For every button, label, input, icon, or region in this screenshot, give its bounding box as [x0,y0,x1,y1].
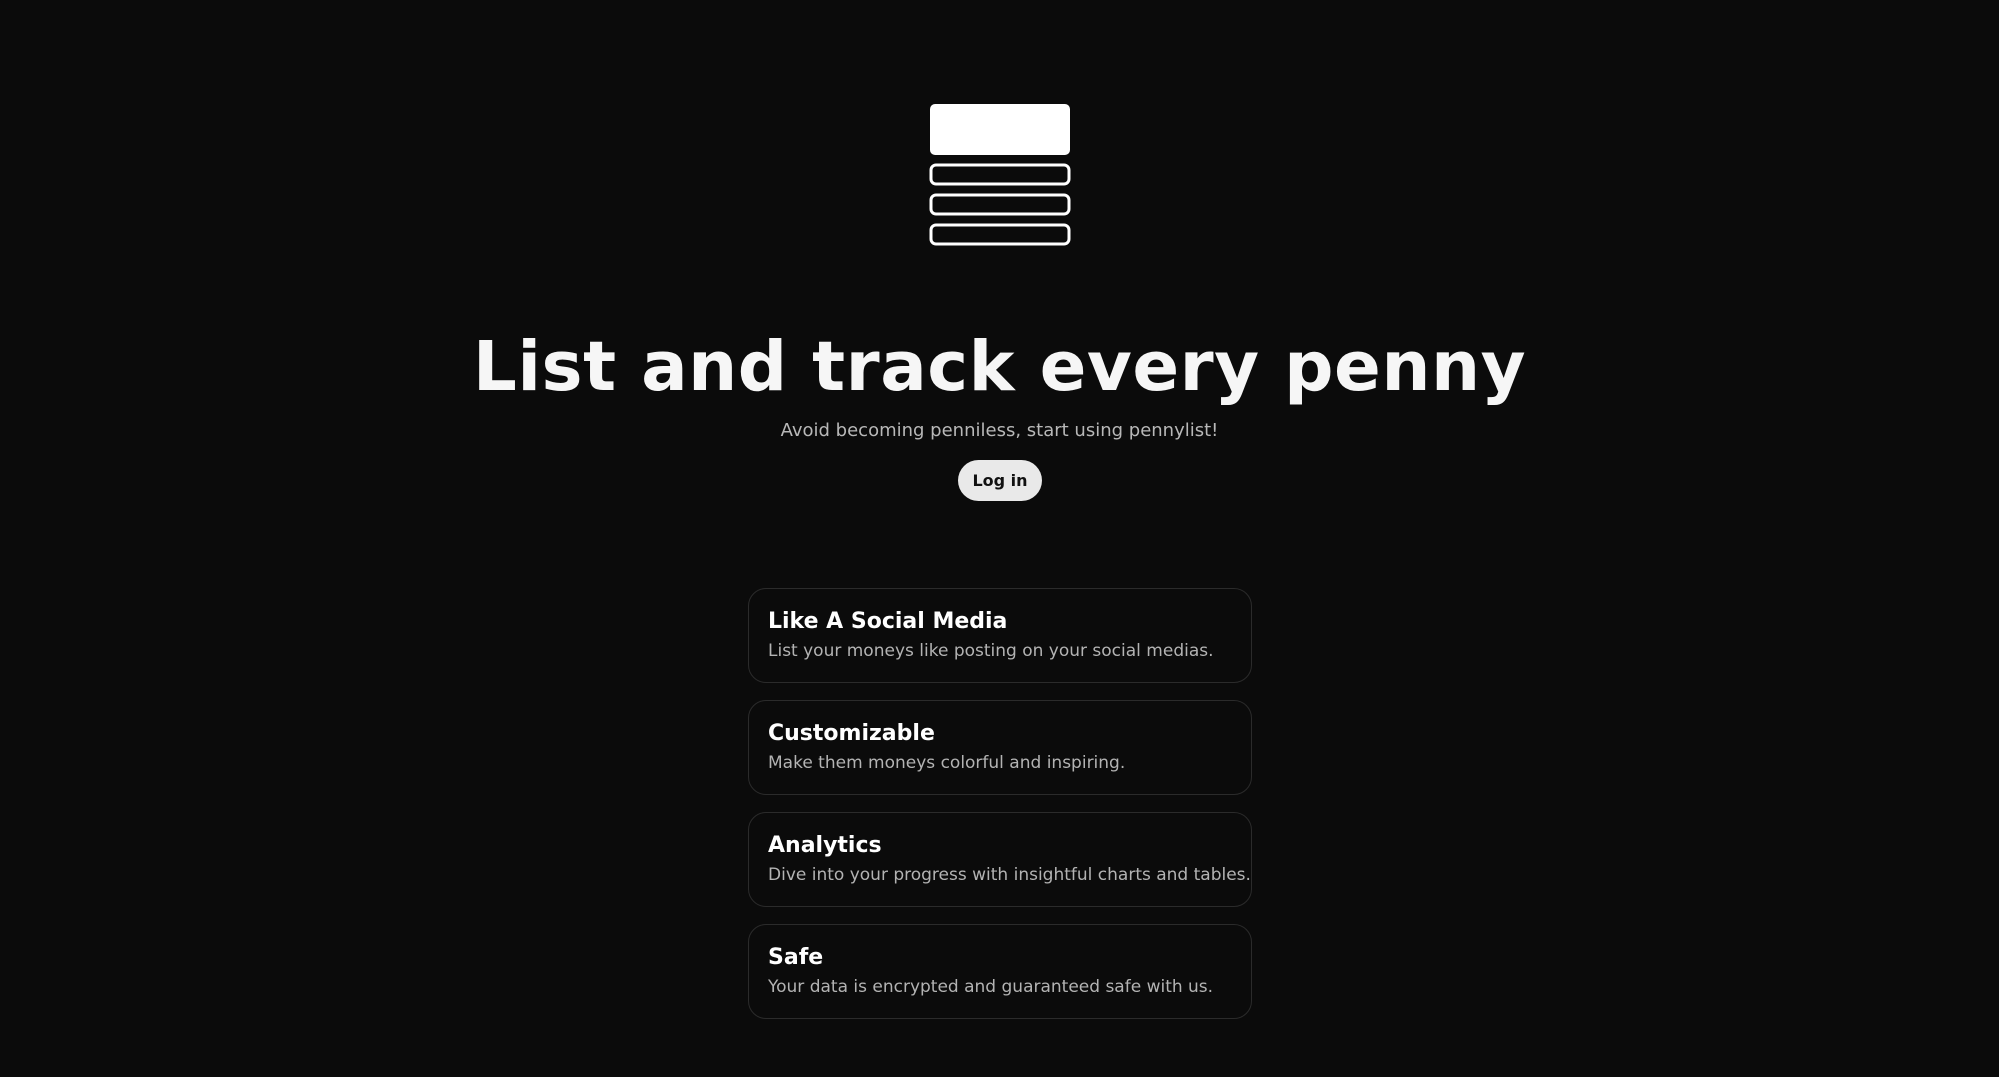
feature-description: Your data is encrypted and guaranteed sa… [768,977,1214,997]
landing-page: List and track every penny Avoid becomin… [0,0,1999,1077]
feature-title: Safe [768,945,824,970]
feature-list: Like A Social Media List your moneys lik… [748,588,1252,1036]
hero-title: List and track every penny [472,327,1527,407]
feature-description: Make them moneys colorful and inspiring. [768,753,1126,773]
pennylist-logo-icon [929,103,1071,246]
feature-description: Dive into your progress with insightful … [768,865,1251,885]
hero-subtitle: Avoid becoming penniless, start using pe… [780,420,1219,441]
feature-title: Analytics [768,833,882,858]
feature-card-customizable: Customizable Make them moneys colorful a… [748,700,1252,795]
feature-title: Like A Social Media [768,609,1008,634]
feature-title: Customizable [768,721,935,746]
feature-card-analytics: Analytics Dive into your progress with i… [748,812,1252,907]
login-button[interactable]: Log in [958,460,1042,501]
feature-card-social-media: Like A Social Media List your moneys lik… [748,588,1252,683]
feature-description: List your moneys like posting on your so… [768,641,1214,661]
feature-card-safe: Safe Your data is encrypted and guarante… [748,924,1252,1019]
